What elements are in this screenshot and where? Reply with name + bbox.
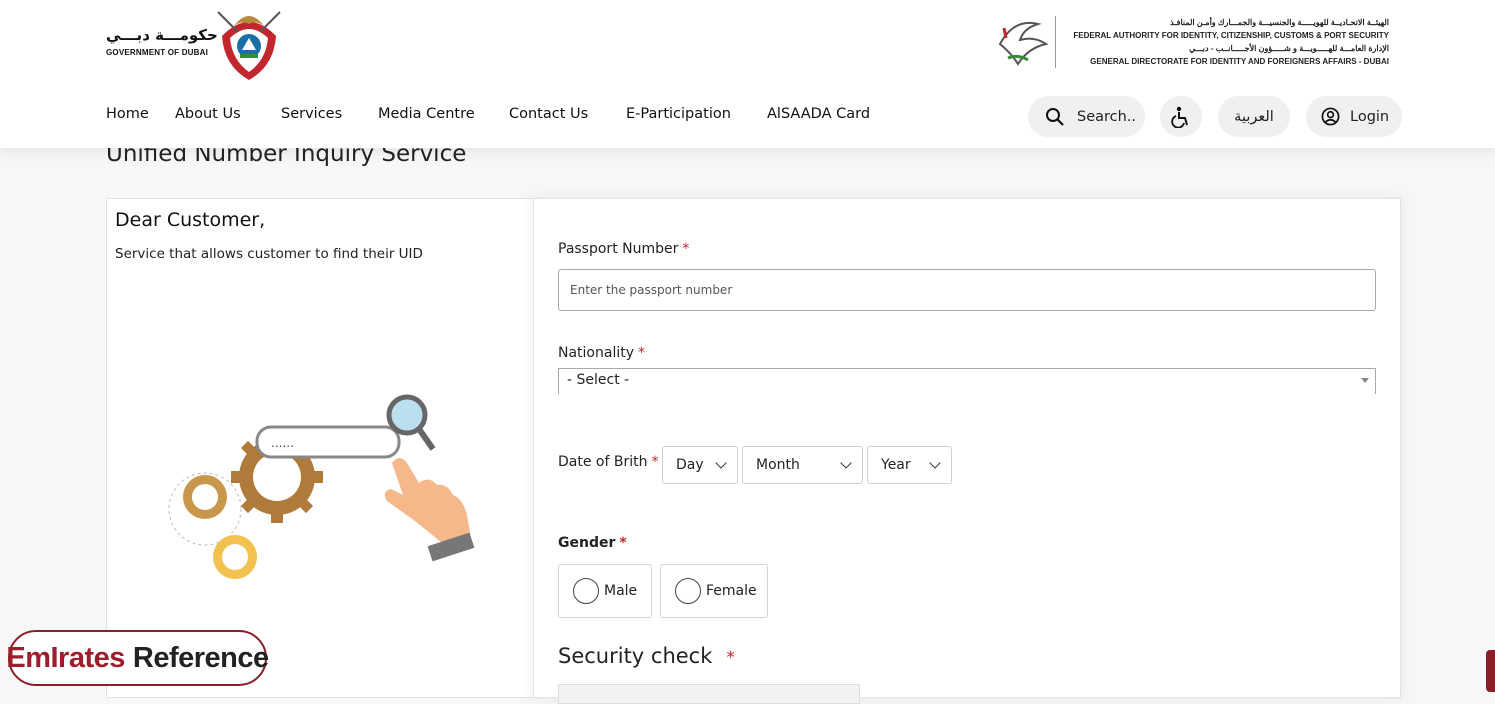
watermark-word-1: EmIrates [6,641,125,674]
security-check-label: Security check * [558,644,735,668]
dubai-emblem-icon [217,11,281,80]
dob-month-select[interactable]: Month [742,446,863,484]
gov-logo-english: GOVERNMENT OF DUBAI [106,48,209,57]
day-label: Day [676,457,704,473]
nationality-label-text: Nationality [558,345,635,361]
female-label: Female [706,583,757,599]
chevron-down-icon [840,457,852,469]
nav-alsaada-card[interactable]: AlSAADA Card [767,106,870,122]
watermark-word-2: Reference [132,641,269,674]
required-marker: * [638,345,646,361]
gender-label: Gender * [558,535,627,551]
nationality-value: - Select - [567,372,630,388]
nav-e-participation[interactable]: E-Participation [626,106,731,122]
gear-icon [213,535,257,579]
radio-button[interactable] [675,578,701,604]
side-feedback-tab[interactable] [1486,650,1495,692]
dropdown-caret-icon [1361,378,1369,383]
nav-media-centre[interactable]: Media Centre [378,106,475,122]
radio-button[interactable] [573,578,599,604]
required-marker: * [619,535,627,551]
nav-contact-us[interactable]: Contact Us [509,106,588,122]
gov-logo-arabic: حكومـــة دبـــي [106,26,218,44]
user-icon [1321,107,1340,126]
federal-authority-name: الهيئــة الاتحـاديــة للهويـــــة والجنس… [1055,16,1389,68]
required-marker: * [726,648,735,668]
nav-services[interactable]: Services [281,106,342,122]
dob-label-text: Date of Brith [558,454,648,470]
nationality-select[interactable]: - Select - [558,368,1376,394]
search-label: Search.. [1077,108,1137,125]
required-marker: * [651,454,659,470]
search-button[interactable]: Search.. [1028,96,1145,137]
security-label-text: Security check [558,644,713,668]
male-label: Male [604,583,638,599]
year-label: Year [881,457,911,473]
login-button[interactable]: Login [1306,96,1402,137]
accessibility-icon [1171,106,1188,128]
nav-home[interactable]: Home [106,106,149,122]
dob-day-select[interactable]: Day [662,446,738,484]
dob-label: Date of Brith * [558,454,658,470]
uid-inquiry-form: Passport Number* Nationality* - Select -… [533,198,1401,704]
search-icon [1046,107,1064,126]
nav-about-us[interactable]: About Us [175,106,241,122]
passport-number-input[interactable] [558,269,1376,311]
site-header: حكومـــة دبـــي GOVERNMENT OF DUBAI الهي… [0,0,1495,148]
chevron-down-icon [929,457,941,469]
authority-line-3: الإدارة العامـــة للهـــــويـــة و شــــ… [1189,44,1389,53]
chevron-down-icon [715,457,727,469]
passport-label-text: Passport Number [558,241,679,257]
gender-male-option[interactable]: Male [558,564,652,618]
required-marker: * [682,241,690,257]
captcha-box[interactable] [558,684,860,704]
month-label: Month [756,457,800,473]
accessibility-button[interactable] [1160,96,1202,137]
dob-year-select[interactable]: Year [867,446,952,484]
greeting-heading: Dear Customer, [115,209,266,231]
gender-label-text: Gender [558,535,616,551]
authority-line-4: GENERAL DIRECTORATE FOR IDENTITY AND FOR… [1090,57,1389,66]
language-switch-button[interactable]: العربية [1218,96,1290,137]
info-panel: Dear Customer, Service that allows custo… [106,198,534,698]
gender-female-option[interactable]: Female [660,564,768,618]
language-label: العربية [1234,108,1274,125]
passport-label: Passport Number * [558,241,689,257]
search-gears-illustration: ...... [168,394,475,579]
emirates-reference-watermark: EmIrates Reference [6,630,269,686]
illustration-dots: ...... [271,436,294,450]
hand-icon [384,458,475,562]
falcon-emblem-icon [998,22,1049,66]
authority-line-2: FEDERAL AUTHORITY FOR IDENTITY, CITIZENS… [1073,31,1389,40]
nationality-label: Nationality * [558,345,645,361]
login-label: Login [1350,108,1390,125]
gear-icon [183,475,227,519]
service-description: Service that allows customer to find the… [115,246,423,262]
authority-line-1: الهيئــة الاتحـاديــة للهويـــــة والجنس… [1170,18,1389,27]
